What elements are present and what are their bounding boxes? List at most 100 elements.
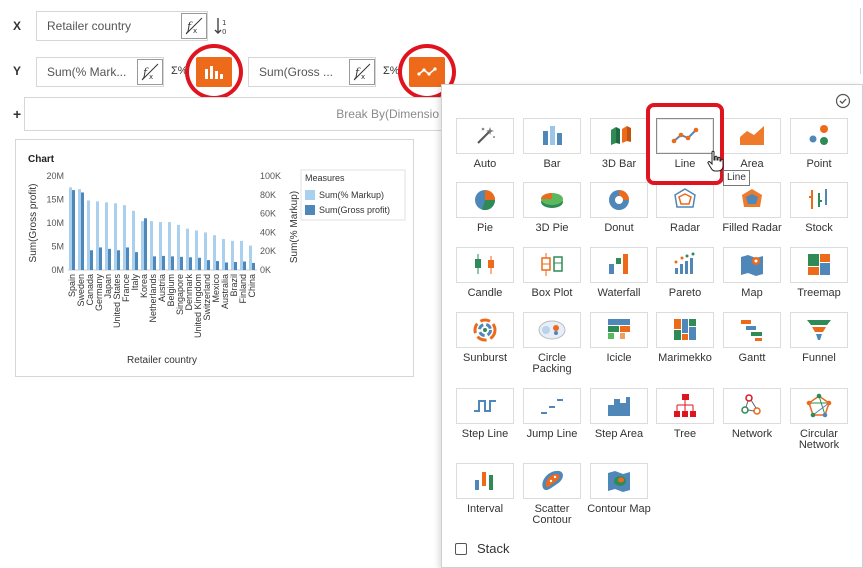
chart-type-gantt-thumb[interactable] [723, 312, 781, 348]
step-line-icon [474, 400, 496, 412]
chart-type-3d-pie[interactable]: 3D Pie [519, 182, 585, 234]
chart-type-box-plot-thumb[interactable] [523, 247, 581, 283]
chart-type-donut[interactable]: Donut [586, 182, 652, 234]
chart-panel: Chart 0M 5M 10M 15M 20M 0K 20K 40K 60K 80K 100K Sum(… [15, 139, 414, 377]
chart-type-jump-line[interactable]: Jump Line [519, 388, 585, 440]
chart-type-scatter-contour-thumb[interactable] [523, 463, 581, 499]
point-chart-icon [809, 125, 828, 145]
chart-type-donut-thumb[interactable] [590, 182, 648, 218]
y-field-1-formula-button[interactable]: fx [137, 59, 163, 85]
check-circle-icon[interactable] [835, 93, 851, 114]
bar-gross-profit [225, 262, 228, 270]
gantt-icon [741, 320, 762, 341]
chart-type-label: Marimekko [658, 352, 712, 364]
chart-type-waterfall-thumb[interactable] [590, 247, 648, 283]
chart-type-interval[interactable]: Interval [452, 463, 518, 515]
chart-type-3d-bar[interactable]: 3D Bar [586, 118, 652, 170]
chart-type-sunburst-thumb[interactable] [456, 312, 514, 348]
chart-type-bar-thumb[interactable] [523, 118, 581, 154]
chart-type-treemap[interactable]: Treemap [786, 247, 852, 299]
chart-type-auto-thumb[interactable] [456, 118, 514, 154]
chart-type-radar[interactable]: Radar [652, 182, 718, 234]
chart-type-circle-packing[interactable]: Circle Packing [519, 312, 585, 375]
stack-checkbox[interactable] [455, 542, 467, 555]
chart-type-scatter-contour[interactable]: Scatter Contour [519, 463, 585, 526]
chart-type-step-line[interactable]: Step Line [452, 388, 518, 440]
chart-type-candle[interactable]: Candle [452, 247, 518, 299]
chart-type-circular-network-thumb[interactable] [790, 388, 848, 424]
bar-gross-profit [135, 252, 138, 270]
chart-type-tree-thumb[interactable] [656, 388, 714, 424]
chart-type-step-area[interactable]: Step Area [586, 388, 652, 440]
chart-type-network[interactable]: Network [719, 388, 785, 440]
chart-type-marimekko-thumb[interactable] [656, 312, 714, 348]
chart-type-label: Auto [473, 158, 497, 170]
chart-type-3d-bar-thumb[interactable] [590, 118, 648, 154]
chart-type-map[interactable]: Map [719, 247, 785, 299]
stock-chart-icon [809, 189, 827, 209]
chart-type-pareto[interactable]: Pareto [652, 247, 718, 299]
chart-type-label: Circle Packing [532, 352, 572, 375]
x-shelf-label: X [13, 19, 22, 33]
chart-type-icicle-thumb[interactable] [590, 312, 648, 348]
chart-type-pie-thumb[interactable] [456, 182, 514, 218]
chart-type-network-thumb[interactable] [723, 388, 781, 424]
bar-markup [204, 232, 207, 270]
chart-type-label: Tree [673, 428, 697, 440]
chart-type-box-plot[interactable]: Box Plot [519, 247, 585, 299]
chart-type-step-line-thumb[interactable] [456, 388, 514, 424]
chart-type-funnel-thumb[interactable] [790, 312, 848, 348]
chart-type-icicle[interactable]: Icicle [586, 312, 652, 364]
sunburst-icon [473, 318, 497, 342]
chart-type-bar[interactable]: Bar [519, 118, 585, 170]
waterfall-chart-icon [609, 254, 628, 274]
y-field-2-formula-button[interactable]: fx [349, 59, 375, 85]
chart-type-pie[interactable]: Pie [452, 182, 518, 234]
chart-type-treemap-thumb[interactable] [790, 247, 848, 283]
chart-type-3d-pie-thumb[interactable] [523, 182, 581, 218]
chart-type-candle-thumb[interactable] [456, 247, 514, 283]
chart-type-sunburst[interactable]: Sunburst [452, 312, 518, 364]
chart-type-stock-thumb[interactable] [790, 182, 848, 218]
chart-type-pareto-thumb[interactable] [656, 247, 714, 283]
svg-text:0: 0 [222, 28, 226, 36]
chart-type-map-thumb[interactable] [723, 247, 781, 283]
x-field-formula-button[interactable]: fx [181, 13, 207, 39]
chart-type-auto[interactable]: Auto [452, 118, 518, 170]
chart-type-circle-packing-thumb[interactable] [523, 312, 581, 348]
chart-type-waterfall[interactable]: Waterfall [586, 247, 652, 299]
chart-type-label: Contour Map [587, 503, 651, 515]
chart-type-label: Scatter Contour [532, 503, 572, 526]
chart-type-area-thumb[interactable] [723, 118, 781, 154]
chart-type-label: Treemap [797, 287, 841, 299]
stack-option[interactable]: Stack [455, 541, 510, 556]
network-chart-icon [741, 394, 761, 415]
sort-icon[interactable]: 10 [214, 16, 230, 41]
chart-type-contour-map-thumb[interactable] [590, 463, 648, 499]
chart-type-interval-thumb[interactable] [456, 463, 514, 499]
chart-type-filled-radar-thumb[interactable] [723, 182, 781, 218]
chart-type-filled-radar[interactable]: Filled Radar [719, 182, 785, 234]
y2-tick-label: 100K [260, 171, 281, 181]
chart-type-stock[interactable]: Stock [786, 182, 852, 234]
chart-type-area[interactable]: Area [719, 118, 785, 170]
chart-type-point-thumb[interactable] [790, 118, 848, 154]
shelf-right-edge [860, 8, 861, 74]
chart-type-point[interactable]: Point [786, 118, 852, 170]
chart-type-tree[interactable]: Tree [652, 388, 718, 440]
chart-type-label: Point [806, 158, 832, 170]
bar-gross-profit [207, 260, 210, 270]
hand-cursor-icon [706, 150, 724, 177]
chart-type-step-area-thumb[interactable] [590, 388, 648, 424]
step-area-icon [608, 397, 630, 416]
chart-type-circular-network[interactable]: Circular Network [786, 388, 852, 451]
break-by-drop-zone[interactable]: Break By(Dimensio [24, 97, 442, 131]
chart-type-contour-map[interactable]: Contour Map [586, 463, 652, 515]
chart-type-marimekko[interactable]: Marimekko [652, 312, 718, 364]
bar-markup [249, 245, 252, 270]
chart-type-radar-thumb[interactable] [656, 182, 714, 218]
chart-type-label: Jump Line [526, 428, 578, 440]
chart-type-gantt[interactable]: Gantt [719, 312, 785, 364]
chart-type-funnel[interactable]: Funnel [786, 312, 852, 364]
chart-type-jump-line-thumb[interactable] [523, 388, 581, 424]
